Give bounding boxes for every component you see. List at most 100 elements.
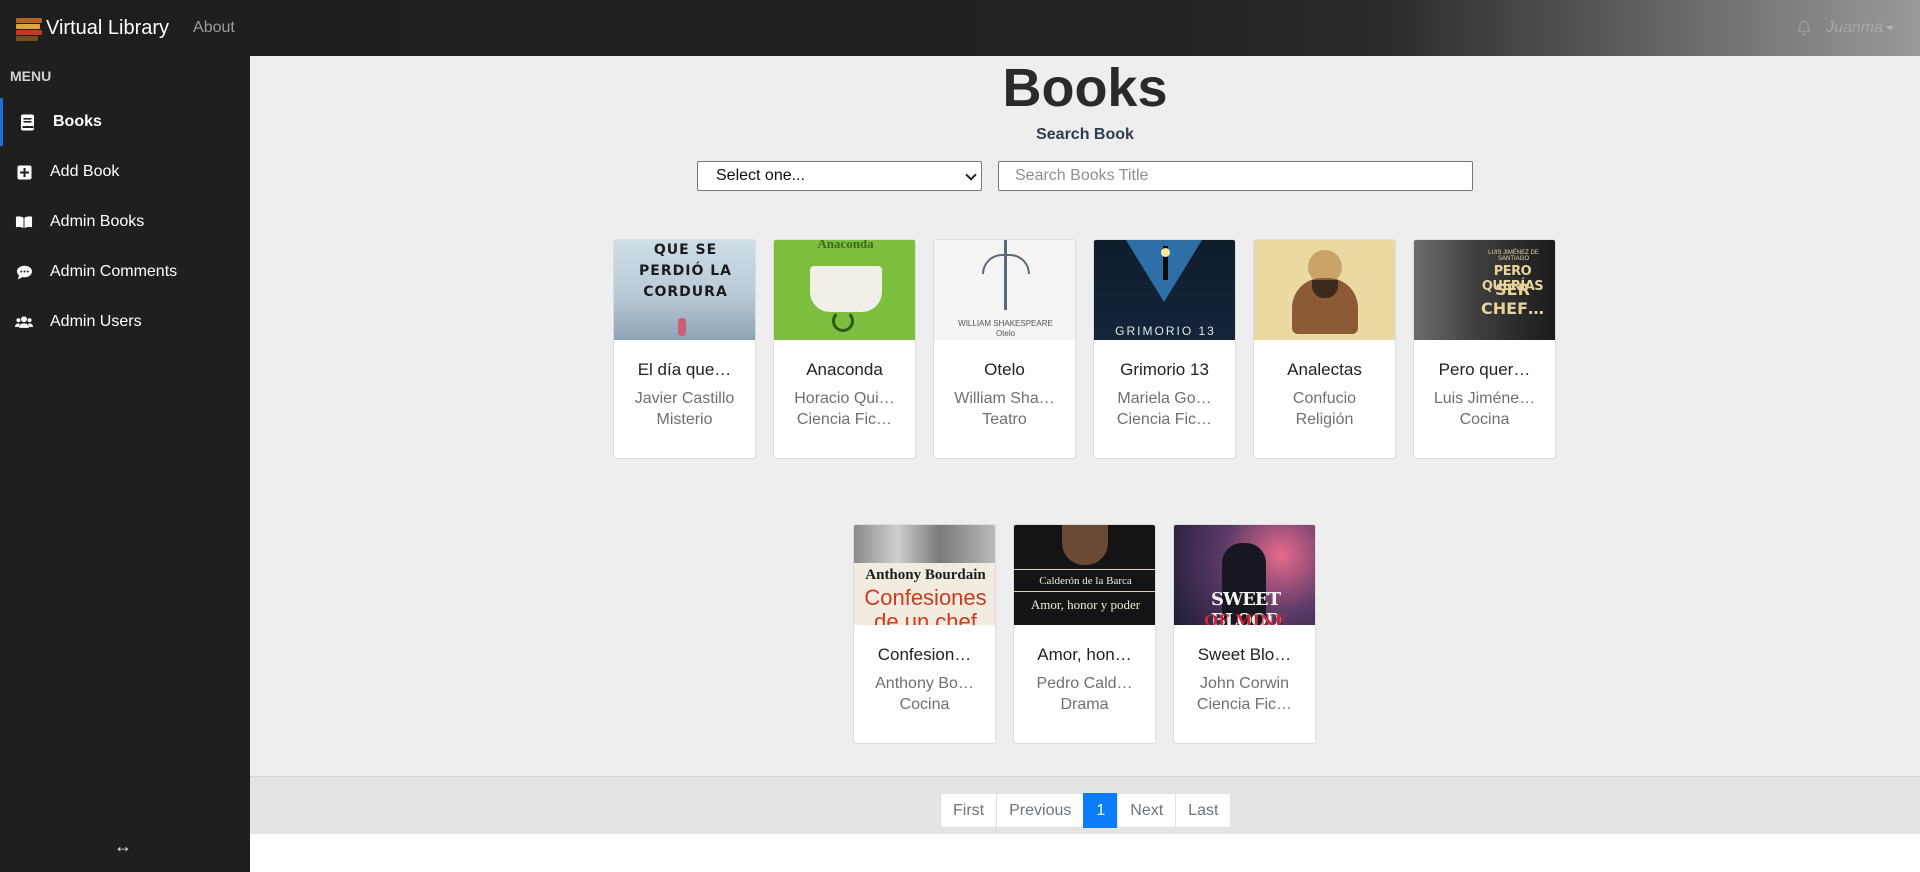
book-cover: Calderón de la Barca Amor, honor y poder: [1014, 525, 1155, 625]
sidebar-item-admin-books[interactable]: Admin Books: [0, 198, 250, 246]
cover-text: Anthony Bourdain: [865, 567, 986, 583]
sidebar-item-add-book[interactable]: Add Book: [0, 148, 250, 196]
book-title: Analectas: [1287, 360, 1362, 379]
main-content: Books Search Book Select one... QUE SE P…: [250, 56, 1920, 776]
page-title: Books: [1002, 58, 1168, 118]
page-number-button[interactable]: 1: [1083, 793, 1119, 828]
book-card[interactable]: GRIMORIO 13 Grimorio 13 Mariela Go… Cien…: [1093, 239, 1236, 459]
chevron-down-icon: [965, 169, 977, 181]
sidebar: MENU Books Add Book Admin Books Admin Co…: [0, 56, 250, 872]
book-author: Mariela Go…: [1117, 390, 1212, 407]
book-title: Grimorio 13: [1120, 360, 1209, 379]
cover-text: Calderón de la Barca: [1039, 575, 1132, 587]
book-card[interactable]: Anaconda Anaconda Horacio Qui… Ciencia F…: [773, 239, 916, 459]
cover-text: Otelo: [995, 329, 1016, 338]
book-cover: SWEET BLOOD OF MINE: [1174, 525, 1315, 625]
genre-filter-select[interactable]: Select one...: [697, 161, 982, 191]
book-genre: Ciencia Fic…: [796, 411, 893, 428]
page-previous-button[interactable]: Previous: [996, 793, 1085, 828]
book-genre: Misterio: [656, 411, 713, 428]
cover-text: OF MINE: [1204, 611, 1287, 625]
comment-icon: [15, 263, 33, 281]
book-icon: [18, 113, 36, 131]
book-genre: Cocina: [899, 696, 950, 713]
open-book-icon: [15, 213, 33, 231]
book-cover: WILLIAM SHAKESPEARE Otelo: [934, 240, 1075, 340]
book-card[interactable]: QUE SE PERDIÓ LA CORDURA El día que… Jav…: [613, 239, 756, 459]
book-cover: QUE SE PERDIÓ LA CORDURA: [614, 240, 755, 340]
book-title: Otelo: [984, 360, 1025, 379]
caret-down-icon: [1886, 25, 1894, 30]
book-card[interactable]: Analectas Confucio Religión: [1253, 239, 1396, 459]
sidebar-item-admin-users[interactable]: Admin Users: [0, 298, 250, 346]
book-author: Javier Castillo: [634, 390, 735, 407]
cover-text: de un chef: [874, 609, 977, 625]
book-title: El día que…: [637, 360, 732, 379]
book-card[interactable]: SWEET BLOOD OF MINE Sweet Blo… John Corw…: [1173, 524, 1316, 744]
book-author: Confucio: [1292, 390, 1357, 407]
user-name: Juanma: [1826, 19, 1883, 36]
cover-text: Confesiones: [864, 585, 987, 610]
sidebar-item-label: Add Book: [50, 163, 120, 180]
book-author: William Sha…: [954, 390, 1055, 407]
sidebar-item-label: Admin Comments: [50, 263, 178, 280]
book-genre: Ciencia Fic…: [1116, 411, 1213, 428]
book-genre: Ciencia Fic…: [1196, 696, 1293, 713]
sidebar-collapse-icon[interactable]: ↔: [114, 836, 132, 857]
sidebar-item-label: Admin Users: [50, 313, 142, 330]
brand-title: Virtual Library: [46, 16, 170, 39]
bell-icon[interactable]: [1796, 20, 1812, 36]
book-title: Anaconda: [806, 360, 883, 379]
book-author: Luis Jiméne…: [1433, 390, 1536, 407]
cover-text: WILLIAM SHAKESPEARE: [958, 319, 1053, 328]
pagination-bar: First Previous 1 Next Last: [250, 776, 1920, 834]
top-navbar: Virtual Library About Juanma: [0, 0, 1920, 56]
book-card[interactable]: Anthony Bourdain Confesiones de un chef …: [853, 524, 996, 744]
pagination: First Previous 1 Next Last: [940, 793, 1232, 828]
plus-square-icon: [15, 163, 33, 181]
book-genre: Religión: [1295, 411, 1354, 428]
book-title: Pero quer…: [1438, 360, 1531, 379]
sidebar-item-label: Books: [53, 113, 102, 130]
book-title: Sweet Blo…: [1197, 645, 1292, 664]
cover-text: QUE SE: [653, 242, 718, 258]
menu-label: MENU: [10, 68, 52, 84]
cover-text: Anaconda: [817, 240, 874, 251]
user-menu[interactable]: Juanma: [1826, 19, 1894, 37]
book-title: Amor, hon…: [1037, 645, 1132, 664]
book-cover: GRIMORIO 13: [1094, 240, 1235, 340]
page-next-button[interactable]: Next: [1117, 793, 1177, 828]
search-input[interactable]: [998, 161, 1473, 191]
about-link[interactable]: About: [193, 19, 235, 37]
book-genre: Drama: [1060, 696, 1109, 713]
book-cover: Anaconda: [774, 240, 915, 340]
sidebar-item-label: Admin Books: [50, 213, 145, 230]
page-last-button[interactable]: Last: [1175, 793, 1232, 828]
sidebar-item-admin-comments[interactable]: Admin Comments: [0, 248, 250, 296]
book-genre: Teatro: [982, 411, 1027, 428]
book-title: Confesion…: [877, 645, 972, 664]
page-first-button[interactable]: First: [940, 793, 998, 828]
cover-text: GRIMORIO 13: [1115, 324, 1216, 338]
book-genre: Cocina: [1459, 411, 1510, 428]
book-author: John Corwin: [1200, 675, 1289, 692]
book-cover: Anthony Bourdain Confesiones de un chef: [854, 525, 995, 625]
users-icon: [15, 313, 33, 331]
book-cover: [1254, 240, 1395, 340]
book-card[interactable]: WILLIAM SHAKESPEARE Otelo Otelo William …: [933, 239, 1076, 459]
brand-link[interactable]: Virtual Library: [16, 16, 170, 41]
book-card[interactable]: LUIS JIMÉNEZ DE SANTIAGO PERO QUERÍAS SE…: [1413, 239, 1556, 459]
bookshelf-logo-icon: [16, 16, 44, 41]
cover-text: Amor, honor y poder: [1030, 597, 1141, 612]
cover-text: CORDURA: [643, 284, 728, 300]
cover-text: PERDIÓ LA: [639, 263, 732, 279]
cover-text: LUIS JIMÉNEZ DE SANTIAGO: [1488, 250, 1539, 262]
sidebar-item-books[interactable]: Books: [0, 98, 250, 146]
book-author: Horacio Qui…: [794, 390, 895, 407]
cover-text: SER CHEF…: [1481, 280, 1544, 318]
search-label: Search Book: [1036, 126, 1134, 143]
book-author: Anthony Bo…: [875, 675, 974, 692]
book-card[interactable]: Calderón de la Barca Amor, honor y poder…: [1013, 524, 1156, 744]
book-cover: LUIS JIMÉNEZ DE SANTIAGO PERO QUERÍAS SE…: [1414, 240, 1555, 340]
book-author: Pedro Cald…: [1036, 675, 1133, 692]
